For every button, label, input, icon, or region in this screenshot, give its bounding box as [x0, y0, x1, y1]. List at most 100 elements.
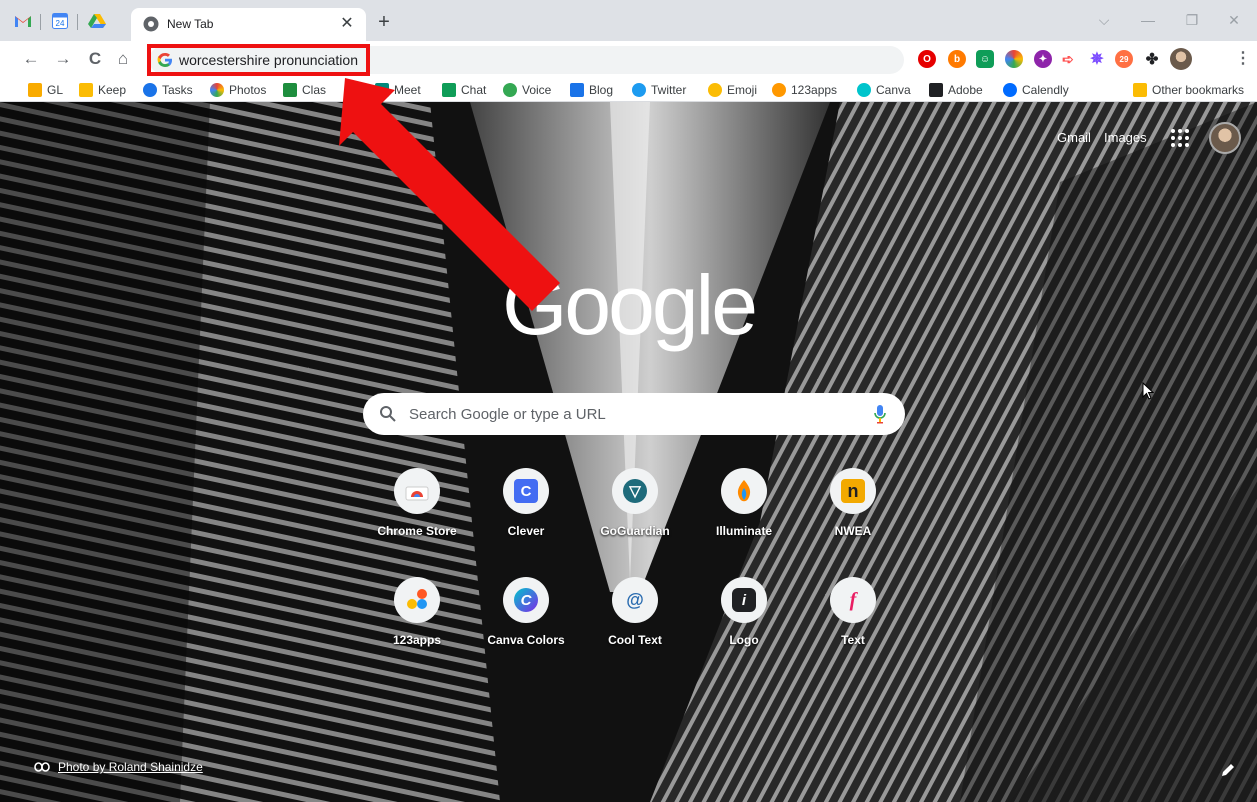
other-bookmarks[interactable]: Other bookmarks	[1133, 82, 1244, 98]
keep-icon	[79, 83, 93, 97]
shortcut-cool-text[interactable]: @ Cool Text	[580, 577, 690, 677]
shortcut-123apps[interactable]: 123apps	[362, 577, 472, 677]
tasks-icon	[143, 83, 157, 97]
bookmark-blog[interactable]: Blog	[570, 82, 613, 98]
canva-colors-icon: C	[514, 588, 538, 612]
shortcut-clever[interactable]: C Clever	[471, 468, 581, 568]
meet-icon	[375, 83, 389, 97]
background-photo	[0, 102, 1257, 802]
bookmarks-bar: GL Keep Tasks Photos Clas Meet Chat Voic…	[0, 78, 1257, 102]
bookmark-label: Blog	[589, 83, 614, 97]
photo-credit-link[interactable]: Photo by Roland Shainidze	[58, 760, 203, 774]
shortcut-label: GoGuardian	[600, 524, 670, 538]
bookmark-twitter[interactable]: Twitter	[632, 82, 686, 98]
home-button[interactable]: ⌂	[112, 48, 134, 70]
google-logo: Google	[502, 258, 758, 352]
ntp-profile-avatar[interactable]	[1209, 122, 1241, 154]
opera-extension-icon[interactable]: O	[918, 50, 936, 68]
minimize-button[interactable]: —	[1133, 8, 1163, 32]
bookmark-photos[interactable]: Photos	[210, 82, 266, 98]
extension-screen-icon[interactable]: ☺	[976, 50, 994, 68]
shortcut-nwea[interactable]: n NWEA	[798, 468, 908, 568]
shortcut-label: Illuminate	[715, 524, 772, 538]
bookmark-tasks[interactable]: Tasks	[143, 82, 193, 98]
shortcut-chrome-store[interactable]: Chrome Store	[362, 468, 472, 568]
logo-icon: i	[732, 588, 756, 612]
clever-icon: C	[514, 479, 538, 503]
tab-search-icon[interactable]: ⌵	[1089, 8, 1119, 32]
bookmark-meet[interactable]: Meet	[375, 82, 421, 98]
shortcut-label: Chrome Store	[377, 524, 457, 538]
pinned-tab-gmail[interactable]	[12, 10, 34, 32]
calendly-icon	[1003, 83, 1017, 97]
bookmark-label: Clas	[302, 83, 327, 97]
extension-play-icon[interactable]: ➪	[1059, 50, 1077, 68]
bookmark-gl-icon	[28, 83, 42, 97]
forward-button[interactable]: →	[52, 48, 74, 70]
tab-new-tab[interactable]: New Tab ✕	[131, 8, 366, 41]
tab-close-icon[interactable]: ✕	[336, 13, 358, 35]
shortcut-icon-circle	[394, 468, 440, 514]
new-tab-button[interactable]: +	[373, 12, 395, 34]
shortcut-goguardian[interactable]: ▽ GoGuardian	[580, 468, 690, 568]
photos-icon	[210, 83, 224, 97]
calendar-icon: 24	[52, 13, 68, 29]
emoji-icon	[708, 83, 722, 97]
chat-icon	[442, 83, 456, 97]
bookmark-chat[interactable]: Chat	[442, 82, 486, 98]
ntp-search-box[interactable]	[363, 393, 905, 435]
bookmark-classroom[interactable]: Clas	[283, 82, 326, 98]
shortcut-logo[interactable]: i Logo	[689, 577, 799, 677]
bookmark-label: Canva	[876, 83, 911, 97]
bookmark-label: 123apps	[791, 83, 838, 97]
bookmark-label: Keep	[98, 83, 127, 97]
extension-purple-icon[interactable]: ✦	[1034, 50, 1052, 68]
back-button[interactable]: ←	[20, 48, 42, 70]
pinned-separator	[77, 14, 78, 30]
shortcut-icon-circle	[394, 577, 440, 623]
browser-menu-button[interactable]: ⋮	[1235, 48, 1251, 70]
gmail-link[interactable]: Gmail	[1057, 130, 1091, 145]
bookmark-label: Calendly	[1022, 83, 1069, 97]
classroom-icon	[283, 83, 297, 97]
reload-button[interactable]: C	[84, 48, 106, 70]
shortcut-label: NWEA	[834, 524, 872, 538]
shortcut-text[interactable]: f Text	[798, 577, 908, 677]
bookmark-calendly[interactable]: Calendly	[1003, 82, 1069, 98]
maximize-button[interactable]: ❐	[1177, 8, 1207, 32]
shortcut-illuminate[interactable]: Illuminate	[689, 468, 799, 568]
bookmark-adobe[interactable]: Adobe	[929, 82, 983, 98]
extensions-puzzle-icon[interactable]: ✤	[1143, 50, 1161, 68]
bookmark-gl[interactable]: GL	[28, 82, 63, 98]
bookmark-canva[interactable]: Canva	[857, 82, 911, 98]
bookmark-123apps[interactable]: 123apps	[772, 82, 837, 98]
bookmark-label: Emoji	[727, 83, 758, 97]
extension-color-icon[interactable]	[1005, 50, 1023, 68]
bookmark-voice[interactable]: Voice	[503, 82, 551, 98]
bookmark-keep[interactable]: Keep	[79, 82, 126, 98]
images-link[interactable]: Images	[1104, 130, 1147, 145]
extension-badge-icon[interactable]: 29	[1115, 50, 1133, 68]
microphone-icon[interactable]	[873, 404, 887, 424]
folder-icon	[1133, 83, 1147, 97]
text-icon: f	[849, 588, 857, 611]
profile-avatar[interactable]	[1170, 48, 1192, 70]
bookmark-label: Photos	[229, 83, 267, 97]
extension-b-icon[interactable]: b	[948, 50, 966, 68]
google-apps-icon[interactable]	[1168, 126, 1192, 150]
apps123-icon	[407, 589, 427, 609]
other-bookmarks-label: Other bookmarks	[1152, 83, 1245, 97]
customize-pencil-icon[interactable]	[1220, 762, 1236, 778]
shortcut-icon-circle: ▽	[612, 468, 658, 514]
canva-icon	[857, 83, 871, 97]
pinned-separator	[40, 14, 41, 30]
shortcut-canva-colors[interactable]: C Canva Colors	[471, 577, 581, 677]
shortcut-label: 123apps	[392, 633, 442, 647]
bookmark-emoji[interactable]: Emoji	[708, 82, 757, 98]
search-input[interactable]	[409, 402, 849, 426]
close-window-button[interactable]: ✕	[1219, 8, 1249, 32]
pinned-tab-calendar[interactable]: 24	[49, 10, 71, 32]
shortcut-label: Text	[841, 633, 865, 647]
pinned-tab-drive[interactable]	[86, 10, 108, 32]
extension-star-icon[interactable]: ✵	[1088, 50, 1106, 68]
